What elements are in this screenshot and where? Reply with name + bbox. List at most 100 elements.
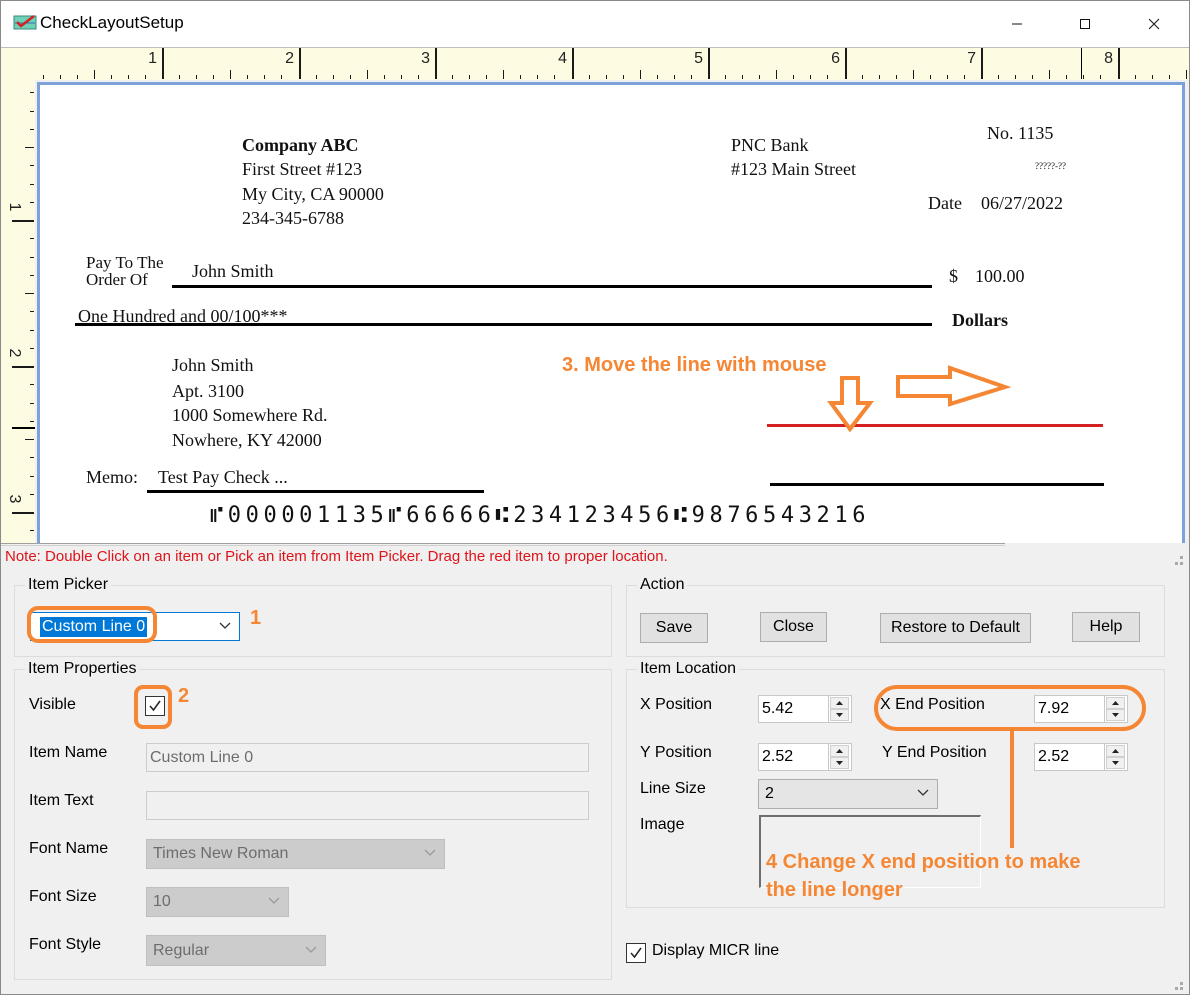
display-micr-label[interactable]: Display MICR line: [652, 942, 779, 960]
memo-text[interactable]: Test Pay Check ...: [158, 466, 288, 488]
ruler-tick: [316, 75, 317, 79]
spinner-buttons: [828, 696, 851, 722]
ruler-tick: [469, 75, 470, 79]
y-position-spinner[interactable]: 2.52: [758, 743, 852, 771]
check-number-label: No.: [987, 123, 1014, 143]
ruler-tick: [1118, 48, 1120, 79]
check-number[interactable]: No. 1135: [987, 122, 1053, 144]
action-legend: Action: [637, 576, 688, 594]
spinner-buttons: [1104, 744, 1127, 770]
amount-words-line[interactable]: [75, 323, 932, 326]
payee-name[interactable]: John Smith: [192, 260, 274, 282]
close-window-button[interactable]: [1120, 0, 1188, 47]
ruler-tick: [25, 439, 34, 440]
currency-symbol[interactable]: $: [949, 265, 958, 287]
ruler-tick: [162, 48, 164, 79]
ruler-tick: [896, 75, 897, 79]
font-style-label: Font Style: [29, 936, 102, 953]
ruler-label: 7: [967, 50, 976, 67]
item-name-field[interactable]: [146, 743, 589, 772]
company-address-line[interactable]: My City, CA 90000: [242, 183, 384, 205]
company-name[interactable]: Company ABC: [242, 134, 359, 156]
y-end-position-spinner[interactable]: 2.52: [1034, 743, 1128, 771]
resize-grip[interactable]: [1180, 987, 1183, 990]
ruler-tick: [776, 70, 777, 79]
bank-address[interactable]: #123 Main Street: [731, 158, 856, 180]
ruler-tick: [554, 75, 555, 79]
panel-splitter[interactable]: [0, 543, 1005, 546]
ruler-tick: [213, 75, 214, 79]
ruler-tick: [30, 421, 34, 422]
resize-grip[interactable]: [1175, 987, 1178, 990]
x-position-spinner[interactable]: 5.42: [758, 695, 852, 723]
x-position-value[interactable]: 5.42: [762, 700, 793, 718]
pay-to-label[interactable]: Pay To The Order Of: [86, 254, 164, 288]
ruler-tick: [30, 494, 34, 495]
ruler-tick: [77, 75, 78, 79]
dollars-label[interactable]: Dollars: [952, 309, 1008, 331]
maximize-button[interactable]: [1051, 0, 1119, 47]
restore-default-button[interactable]: Restore to Default: [880, 613, 1031, 643]
item-text-field[interactable]: [146, 791, 589, 820]
spin-down-button[interactable]: [830, 709, 849, 721]
resize-grip: [1180, 562, 1183, 565]
date-label[interactable]: Date: [928, 192, 962, 214]
payee-address-line[interactable]: 1000 Somewhere Rd.: [172, 404, 327, 426]
spin-up-button[interactable]: [830, 697, 849, 709]
pay-to-label-line: Order Of: [86, 270, 148, 289]
spin-down-button[interactable]: [1106, 757, 1125, 769]
payee-address-line[interactable]: Nowhere, KY 42000: [172, 429, 322, 451]
display-micr-checkbox[interactable]: [626, 943, 646, 963]
spin-down-button[interactable]: [830, 757, 849, 769]
check-date[interactable]: 06/27/2022: [981, 192, 1063, 214]
minimize-button[interactable]: [983, 0, 1051, 47]
payee-address-line[interactable]: John Smith: [172, 354, 254, 376]
ruler-tick: [793, 75, 794, 79]
ruler-tick: [674, 75, 675, 79]
chevron-down-icon: [917, 789, 929, 796]
ruler-tick: [572, 48, 574, 79]
company-address-line[interactable]: First Street #123: [242, 158, 362, 180]
amount[interactable]: 100.00: [975, 265, 1025, 287]
ruler-tick: [708, 48, 710, 79]
ruler-tick: [30, 384, 34, 385]
micr-line[interactable]: ⑈000001135⑈66666⑆234123456⑆9876543216: [210, 503, 870, 528]
font-name-label: Font Name: [29, 840, 109, 857]
ruler-tick: [640, 70, 641, 79]
help-button[interactable]: Help: [1072, 612, 1140, 642]
image-label: Image: [640, 816, 685, 833]
annotation-step-4-line: the line longer: [766, 879, 903, 901]
ruler-tick: [30, 403, 34, 404]
resize-grip[interactable]: [1180, 982, 1183, 985]
title-bar: CheckLayoutSetup: [0, 0, 1190, 47]
font-name-dropdown[interactable]: Times New Roman: [146, 839, 445, 869]
payee-line[interactable]: [172, 285, 932, 288]
spin-up-button[interactable]: [830, 745, 849, 757]
y-position-value[interactable]: 2.52: [762, 748, 793, 766]
save-button[interactable]: Save: [640, 613, 708, 643]
signature-line[interactable]: [770, 483, 1104, 486]
ruler-tick: [827, 75, 828, 79]
ruler-tick: [657, 75, 658, 79]
bank-name[interactable]: PNC Bank: [731, 134, 809, 156]
maximize-icon: [1080, 18, 1090, 29]
y-end-position-value[interactable]: 2.52: [1038, 748, 1069, 766]
font-size-dropdown[interactable]: 10: [146, 887, 289, 917]
line-size-dropdown[interactable]: 2: [758, 779, 938, 809]
ruler-tick: [401, 75, 402, 79]
memo-label[interactable]: Memo:: [86, 466, 138, 488]
fraction-code[interactable]: ?????-??: [1035, 160, 1066, 172]
company-phone[interactable]: 234-345-6788: [242, 207, 344, 229]
y-position-label: Y Position: [640, 744, 712, 761]
ruler-tick: [30, 457, 34, 458]
arrow-up-icon: [1112, 749, 1119, 753]
ruler-tick: [30, 476, 34, 477]
ruler-tick: [418, 75, 419, 79]
memo-line[interactable]: [147, 490, 484, 493]
ruler-tick: [810, 75, 811, 79]
right-arrow-icon: [896, 365, 1012, 407]
close-button[interactable]: Close: [760, 612, 827, 642]
payee-address-line[interactable]: Apt. 3100: [172, 380, 244, 402]
font-style-dropdown[interactable]: Regular: [146, 935, 326, 966]
spin-up-button[interactable]: [1106, 745, 1125, 757]
